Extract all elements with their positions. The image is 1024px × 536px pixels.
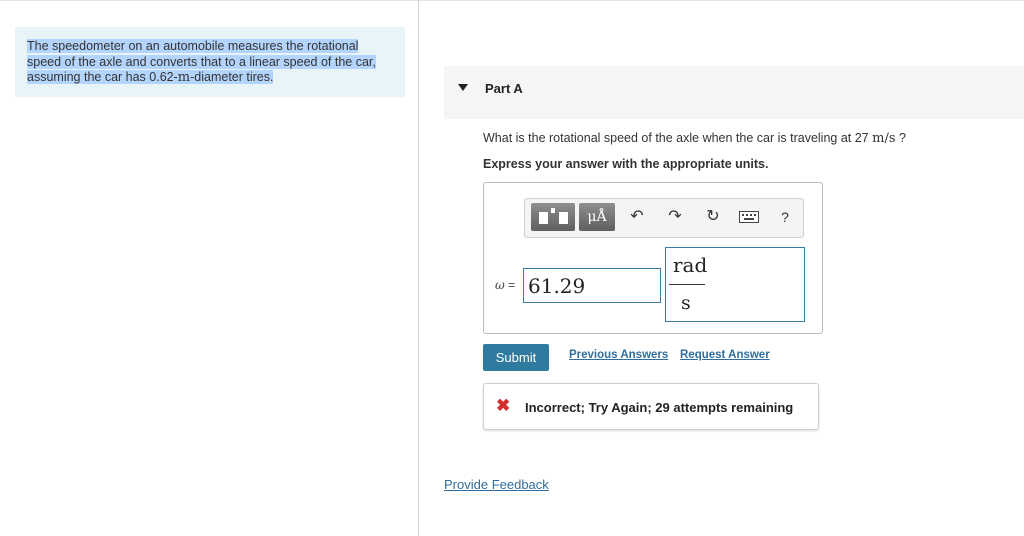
template-square-icon [539,212,548,224]
fraction-bar [669,284,705,285]
part-title: Part A [485,81,523,96]
question-unit: m/s [872,131,896,146]
reset-icon[interactable]: ↻ [699,203,727,231]
incorrect-x-icon: ✖ [496,396,511,415]
redo-icon[interactable]: ↷ [661,203,689,231]
collapse-caret-icon[interactable] [458,84,468,91]
templates-button[interactable] [531,203,575,231]
problem-line-2: speed of the axle and converts that to a… [27,54,376,69]
template-square-icon-2 [559,212,568,224]
unit-meter: m [177,70,191,85]
feedback-message: ✖ Incorrect; Try Again; 29 attempts rema… [483,383,819,430]
submit-button[interactable]: Submit [483,344,549,371]
undo-icon[interactable]: ↶ [623,203,651,231]
help-button[interactable]: ? [771,203,799,231]
answer-value-input[interactable]: 61.29 [523,268,661,303]
template-small-square-icon [551,208,555,213]
top-rule [0,0,1024,1]
request-answer-link[interactable]: Request Answer [680,349,770,361]
unit-numerator: rad [673,253,708,277]
answer-box: μÅ ↶ ↷ ↻ ? ω = 61.29 rad s [483,182,823,334]
provide-feedback-link[interactable]: Provide Feedback [444,477,549,492]
previous-answers-link[interactable]: Previous Answers [569,349,668,361]
problem-statement: The speedometer on an automobile measure… [27,39,397,86]
part-a-header[interactable]: Part A [444,66,1024,119]
question-text: What is the rotational speed of the axle… [483,131,906,146]
problem-line-1: The speedometer on an automobile measure… [27,39,359,53]
unit-denominator: s [681,292,691,314]
units-button[interactable]: μÅ [579,203,615,231]
answer-variable-label: ω = [495,278,516,292]
panel-divider [418,0,419,536]
problem-line-3: assuming the car has 0.62-m-diameter tir… [27,70,274,85]
answer-units-input[interactable]: rad s [665,247,805,322]
math-toolbar: μÅ ↶ ↷ ↻ ? [524,198,804,238]
problem-statement-panel: The speedometer on an automobile measure… [15,27,405,97]
feedback-text: Incorrect; Try Again; 29 attempts remain… [525,400,794,415]
keyboard-icon[interactable] [735,203,763,231]
answer-instruction: Express your answer with the appropriate… [483,157,769,171]
